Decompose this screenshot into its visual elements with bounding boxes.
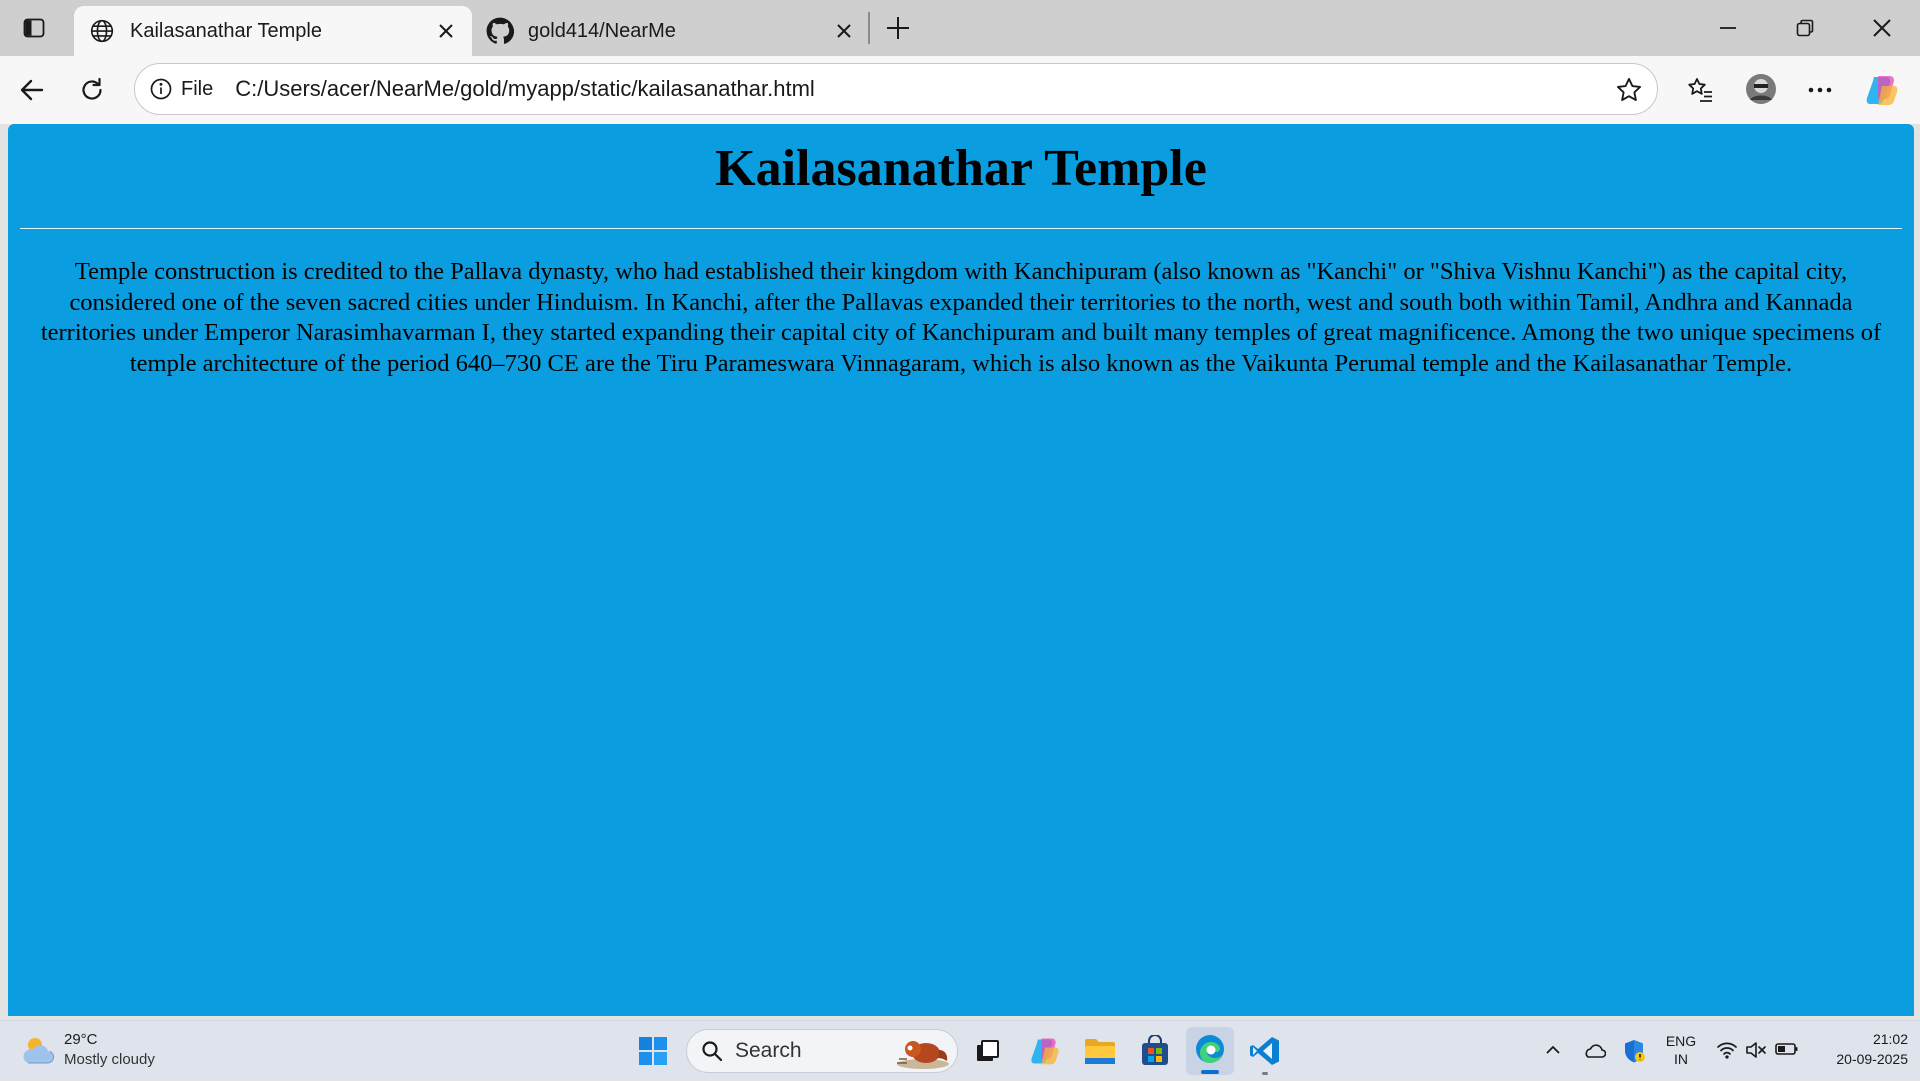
search-highlight-icon [893,1034,951,1075]
battery-icon[interactable] [1775,1041,1799,1061]
copilot-app-icon[interactable] [1029,1035,1061,1067]
info-icon[interactable] [149,77,173,101]
search-icon [701,1040,723,1062]
minimize-icon[interactable] [1712,12,1744,44]
address-bar[interactable]: File C:/Users/acer/NearMe/gold/myapp/sta… [134,63,1658,115]
close-tab-icon[interactable] [832,19,856,43]
weather-description: Mostly cloudy [64,1051,155,1068]
copilot-icon[interactable] [1862,70,1902,110]
weather-cloud-icon [20,1033,56,1072]
chevron-up-icon[interactable] [1544,1041,1564,1061]
language-region: IN [1674,1051,1688,1067]
favorite-star-icon[interactable] [1615,76,1643,104]
edge-browser-icon[interactable] [1186,1027,1234,1075]
page-viewport: Kailasanathar Temple Temple construction… [8,124,1914,1016]
restore-icon[interactable] [1789,12,1821,44]
browser-toolbar: File C:/Users/acer/NearMe/gold/myapp/sta… [0,56,1920,124]
back-icon[interactable] [14,72,50,108]
task-view-icon[interactable] [974,1037,1002,1065]
tab-github[interactable]: gold414/NearMe [472,6,870,56]
profile-avatar-icon[interactable] [1742,70,1780,108]
volume-muted-icon[interactable] [1745,1040,1767,1062]
tab-divider [868,12,870,44]
clock-date: 20-09-2025 [1836,1051,1908,1067]
weather-widget[interactable]: 29°C Mostly cloudy [0,1021,180,1081]
taskbar: 29°C Mostly cloudy Search ENG IN 21:02 2… [0,1020,1920,1080]
close-window-icon[interactable] [1866,12,1898,44]
tab-strip: Kailasanathar Temple gold414/NearMe [0,0,1920,56]
search-label: Search [735,1039,802,1062]
wifi-icon[interactable] [1716,1040,1738,1062]
clock-time: 21:02 [1872,1031,1908,1047]
new-tab-icon[interactable] [882,12,914,44]
favorites-icon[interactable] [1682,72,1718,108]
microsoft-store-icon[interactable] [1140,1034,1170,1067]
refresh-icon[interactable] [74,72,110,108]
site-scheme-label[interactable]: File [181,78,213,101]
running-app-indicator [1262,1072,1268,1075]
taskbar-search[interactable]: Search [686,1029,958,1073]
weather-temp: 29°C [64,1031,98,1048]
globe-icon [88,17,116,45]
tab-title: Kailasanathar Temple [130,19,322,42]
vscode-icon[interactable] [1249,1035,1281,1075]
security-shield-icon[interactable] [1622,1038,1646,1064]
url-text[interactable]: C:/Users/acer/NearMe/gold/myapp/static/k… [235,76,815,102]
language-code: ENG [1665,1033,1697,1049]
windows-start-icon[interactable] [638,1036,668,1066]
tab-title: gold414/NearMe [528,19,676,42]
tab-actions-icon[interactable] [18,12,50,44]
temple-description: Temple construction is credited to the P… [40,258,1882,377]
close-tab-icon[interactable] [434,19,458,43]
more-options-icon[interactable] [1802,72,1838,108]
page-title: Kailasanathar Temple [715,140,1207,197]
language-indicator[interactable]: ENG IN [1656,1033,1706,1067]
active-app-indicator [1201,1070,1219,1074]
github-icon [486,17,514,45]
onedrive-icon[interactable] [1582,1041,1607,1061]
clock[interactable]: 21:02 20-09-2025 [1808,1031,1908,1067]
file-explorer-icon[interactable] [1084,1036,1116,1066]
tab-kailasanathar[interactable]: Kailasanathar Temple [74,6,472,56]
